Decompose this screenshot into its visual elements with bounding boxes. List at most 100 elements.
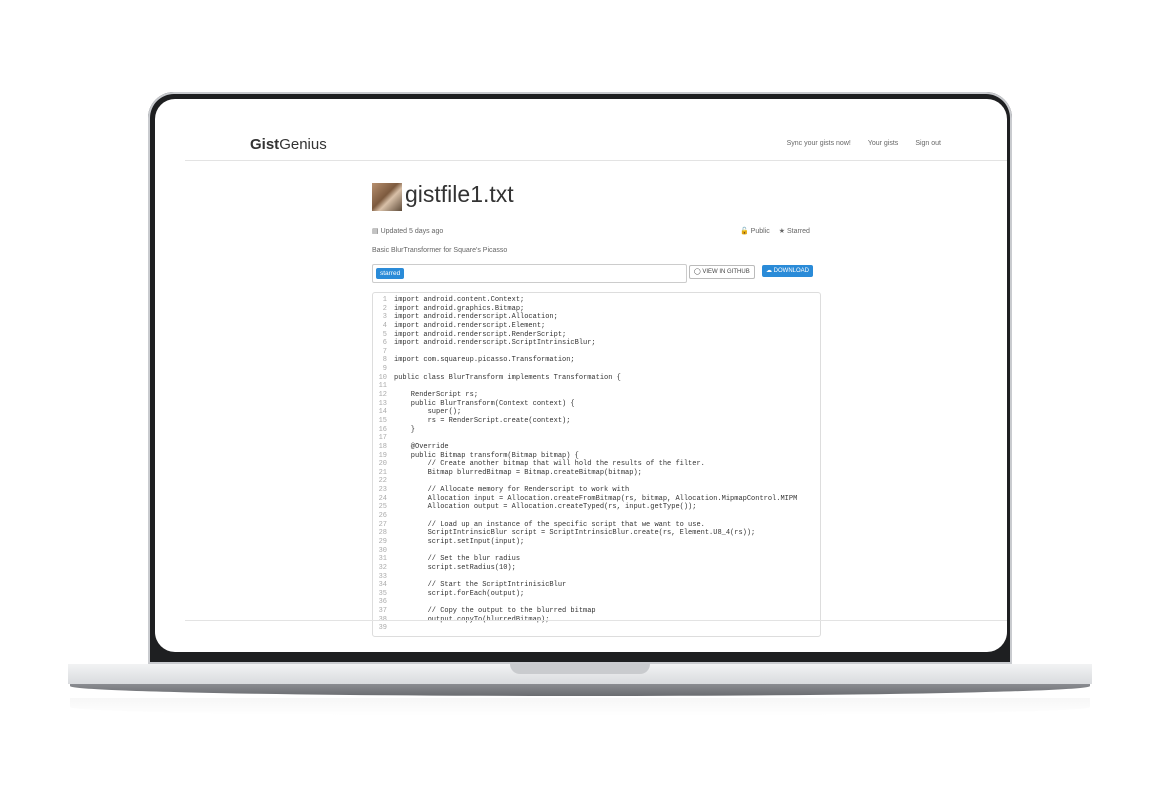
code-text: script.setRadius(10); <box>394 563 516 572</box>
code-text: Allocation input = Allocation.createFrom… <box>394 494 798 503</box>
code-line: 21 Bitmap blurredBitmap = Bitmap.createB… <box>373 469 820 478</box>
line-number: 10 <box>378 373 387 382</box>
nav-link-your-gists[interactable]: Your gists <box>868 140 898 147</box>
code-line: 8 import com.squareup.picasso.Transformat… <box>373 356 820 365</box>
line-number: 37 <box>378 607 387 616</box>
code-line: 6 import android.renderscript.ScriptIntri… <box>373 339 820 348</box>
line-number: 13 <box>378 399 387 408</box>
brand-logo[interactable]: GistGenius <box>250 136 327 153</box>
code-text: import android.renderscript.ScriptIntrin… <box>394 339 596 348</box>
code-text: RenderScript rs; <box>394 391 479 400</box>
code-line: 16 } <box>373 426 820 435</box>
line-number: 15 <box>378 416 387 425</box>
code-line: 5 import android.renderscript.RenderScrip… <box>373 331 820 340</box>
code-line: 34 // Start the ScriptIntrinisicBlur <box>373 581 820 590</box>
code-line: 13 public BlurTransform(Context context)… <box>373 400 820 409</box>
line-number: 33 <box>378 572 387 581</box>
gist-title: gistfile1.txt <box>405 181 514 207</box>
code-line: 28 ScriptIntrinsicBlur script = ScriptIn… <box>373 529 820 538</box>
code-line: 11 <box>373 382 820 391</box>
line-number: 28 <box>378 529 387 538</box>
code-line: 14 super(); <box>373 408 820 417</box>
code-text: import com.squareup.picasso.Transformati… <box>394 356 575 365</box>
line-number: 24 <box>378 494 387 503</box>
code-line: 32 script.setRadius(10); <box>373 564 820 573</box>
line-number: 3 <box>382 313 387 322</box>
line-number: 2 <box>382 304 387 313</box>
line-number: 32 <box>378 563 387 572</box>
line-number: 16 <box>378 425 387 434</box>
code-line: 20 // Create another bitmap that will ho… <box>373 460 820 469</box>
avatar <box>372 183 402 211</box>
unlock-icon: 🔓 <box>740 228 749 235</box>
code-line: 24 Allocation input = Allocation.createF… <box>373 495 820 504</box>
line-number: 26 <box>378 512 387 521</box>
code-text: super(); <box>394 408 462 417</box>
line-number: 12 <box>378 391 387 400</box>
code-viewer[interactable]: 1 import android.content.Context; 2 import … <box>372 292 821 637</box>
code-line: 27 // Load up an instance of the specifi… <box>373 521 820 530</box>
line-number: 19 <box>378 451 387 460</box>
line-number: 22 <box>378 477 387 486</box>
code-line: 30 <box>373 547 820 556</box>
code-line: 10 public class BlurTransform implements … <box>373 374 820 383</box>
code-line: 18 @Override <box>373 443 820 452</box>
line-number: 1 <box>382 296 387 304</box>
code-line: 36 <box>373 598 820 607</box>
tag-starred[interactable]: starred <box>376 268 405 279</box>
code-text: import android.content.Context; <box>394 296 525 304</box>
code-text: import android.renderscript.RenderScript… <box>394 330 567 339</box>
code-text: // Allocate memory for Renderscript to w… <box>394 486 630 495</box>
line-number: 21 <box>378 468 387 477</box>
code-text: public BlurTransform(Context context) { <box>394 399 575 408</box>
view-in-github-button[interactable]: ◯ VIEW IN GITHUB <box>689 265 755 279</box>
code-line: 31 // Set the blur radius <box>373 555 820 564</box>
tags-input[interactable]: starred <box>372 264 687 283</box>
calendar-icon: ▤ <box>372 228 379 235</box>
code-line: 25 Allocation output = Allocation.create… <box>373 503 820 512</box>
line-number: 4 <box>382 321 387 330</box>
line-number: 36 <box>378 598 387 607</box>
code-text: import android.graphics.Bitmap; <box>394 304 525 313</box>
code-text: public class BlurTransform implements Tr… <box>394 373 621 382</box>
line-number: 14 <box>378 408 387 417</box>
nav-link-sign-out[interactable]: Sign out <box>915 140 941 147</box>
code-text: // Set the blur radius <box>394 555 521 564</box>
code-line: 35 script.forEach(output); <box>373 590 820 599</box>
navbar: GistGenius Sync your gists now! Your gis… <box>155 99 1007 161</box>
laptop-reflection <box>70 698 1090 716</box>
code-line: 4 import android.renderscript.Element; <box>373 322 820 331</box>
code-text: // Copy the output to the blurred bitmap <box>394 607 596 616</box>
nav-link-sync[interactable]: Sync your gists now! <box>787 140 851 147</box>
laptop-notch <box>510 664 650 674</box>
code-text: script.setInput(input); <box>394 537 525 546</box>
nav-divider <box>185 160 1007 161</box>
gist-description: Basic BlurTransformer for Square's Picas… <box>372 247 508 254</box>
line-number: 11 <box>378 382 387 391</box>
code-text: } <box>394 425 416 434</box>
code-line: 7 <box>373 348 820 357</box>
code-line: 1 import android.content.Context; <box>373 296 820 305</box>
star-icon: ★ <box>778 228 786 235</box>
line-number: 9 <box>382 365 387 374</box>
line-number: 23 <box>378 486 387 495</box>
line-number: 25 <box>378 503 387 512</box>
code-line: 26 <box>373 512 820 521</box>
code-text: public Bitmap transform(Bitmap bitmap) { <box>394 451 579 460</box>
line-number: 29 <box>378 537 387 546</box>
line-number: 34 <box>378 581 387 590</box>
code-text: ScriptIntrinsicBlur script = ScriptIntri… <box>394 529 756 538</box>
code-text: // Start the ScriptIntrinisicBlur <box>394 581 567 590</box>
updated-meta: ▤ Updated 5 days ago <box>372 227 443 235</box>
starred-status: ★ Starred <box>778 228 810 235</box>
code-text: Allocation output = Allocation.createTyp… <box>394 503 697 512</box>
download-button[interactable]: ☁ DOWNLOAD <box>762 265 814 277</box>
line-number: 30 <box>378 546 387 555</box>
code-line: 23 // Allocate memory for Renderscript t… <box>373 486 820 495</box>
code-line: 12 RenderScript rs; <box>373 391 820 400</box>
line-number: 20 <box>378 460 387 469</box>
code-line: 17 <box>373 434 820 443</box>
code-line: 3 import android.renderscript.Allocation; <box>373 313 820 322</box>
code-line: 29 script.setInput(input); <box>373 538 820 547</box>
code-line: 39 <box>373 624 820 633</box>
